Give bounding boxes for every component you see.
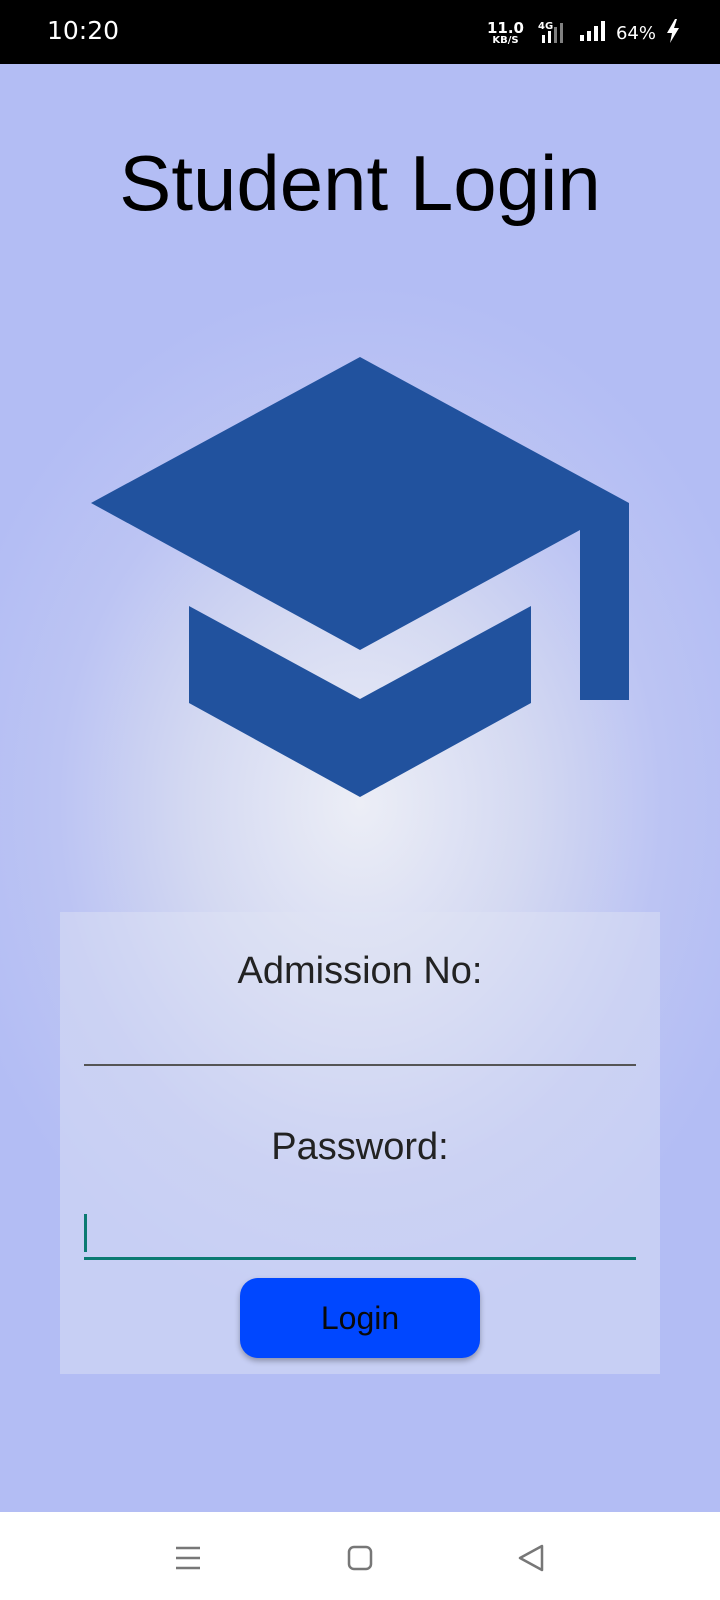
text-cursor bbox=[84, 1214, 87, 1252]
battery-percentage: 64% bbox=[615, 22, 656, 44]
password-input[interactable] bbox=[84, 1210, 636, 1260]
admission-number-input[interactable] bbox=[84, 1016, 636, 1066]
admission-label: Admission No: bbox=[237, 950, 483, 992]
password-label: Password: bbox=[271, 1126, 449, 1168]
status-icons: 11.0 KB/S 4G 64% bbox=[487, 18, 680, 48]
volte-4g-signal-icon: 4G bbox=[534, 21, 568, 45]
menu-icon[interactable] bbox=[168, 1538, 208, 1578]
net-speed-value: 11.0 bbox=[486, 18, 524, 37]
status-time: 10:20 bbox=[47, 16, 120, 45]
cell-signal-icon bbox=[578, 19, 606, 48]
graduation-cap-icon bbox=[91, 357, 629, 797]
login-button[interactable]: Login bbox=[240, 1278, 480, 1358]
net-speed-unit: KB/S bbox=[492, 34, 519, 46]
login-screen: Student Login Admission No: Password: Lo… bbox=[0, 64, 720, 1512]
charging-bolt-icon bbox=[666, 18, 680, 48]
network-speed: 11.0 KB/S bbox=[486, 18, 524, 46]
status-bar: 10:20 11.0 KB/S 4G 64% bbox=[0, 0, 720, 64]
system-nav-bar bbox=[0, 1512, 720, 1600]
login-form: Admission No: Password: Login bbox=[60, 912, 660, 1374]
home-square-icon[interactable] bbox=[340, 1538, 380, 1578]
back-triangle-icon[interactable] bbox=[512, 1538, 552, 1578]
